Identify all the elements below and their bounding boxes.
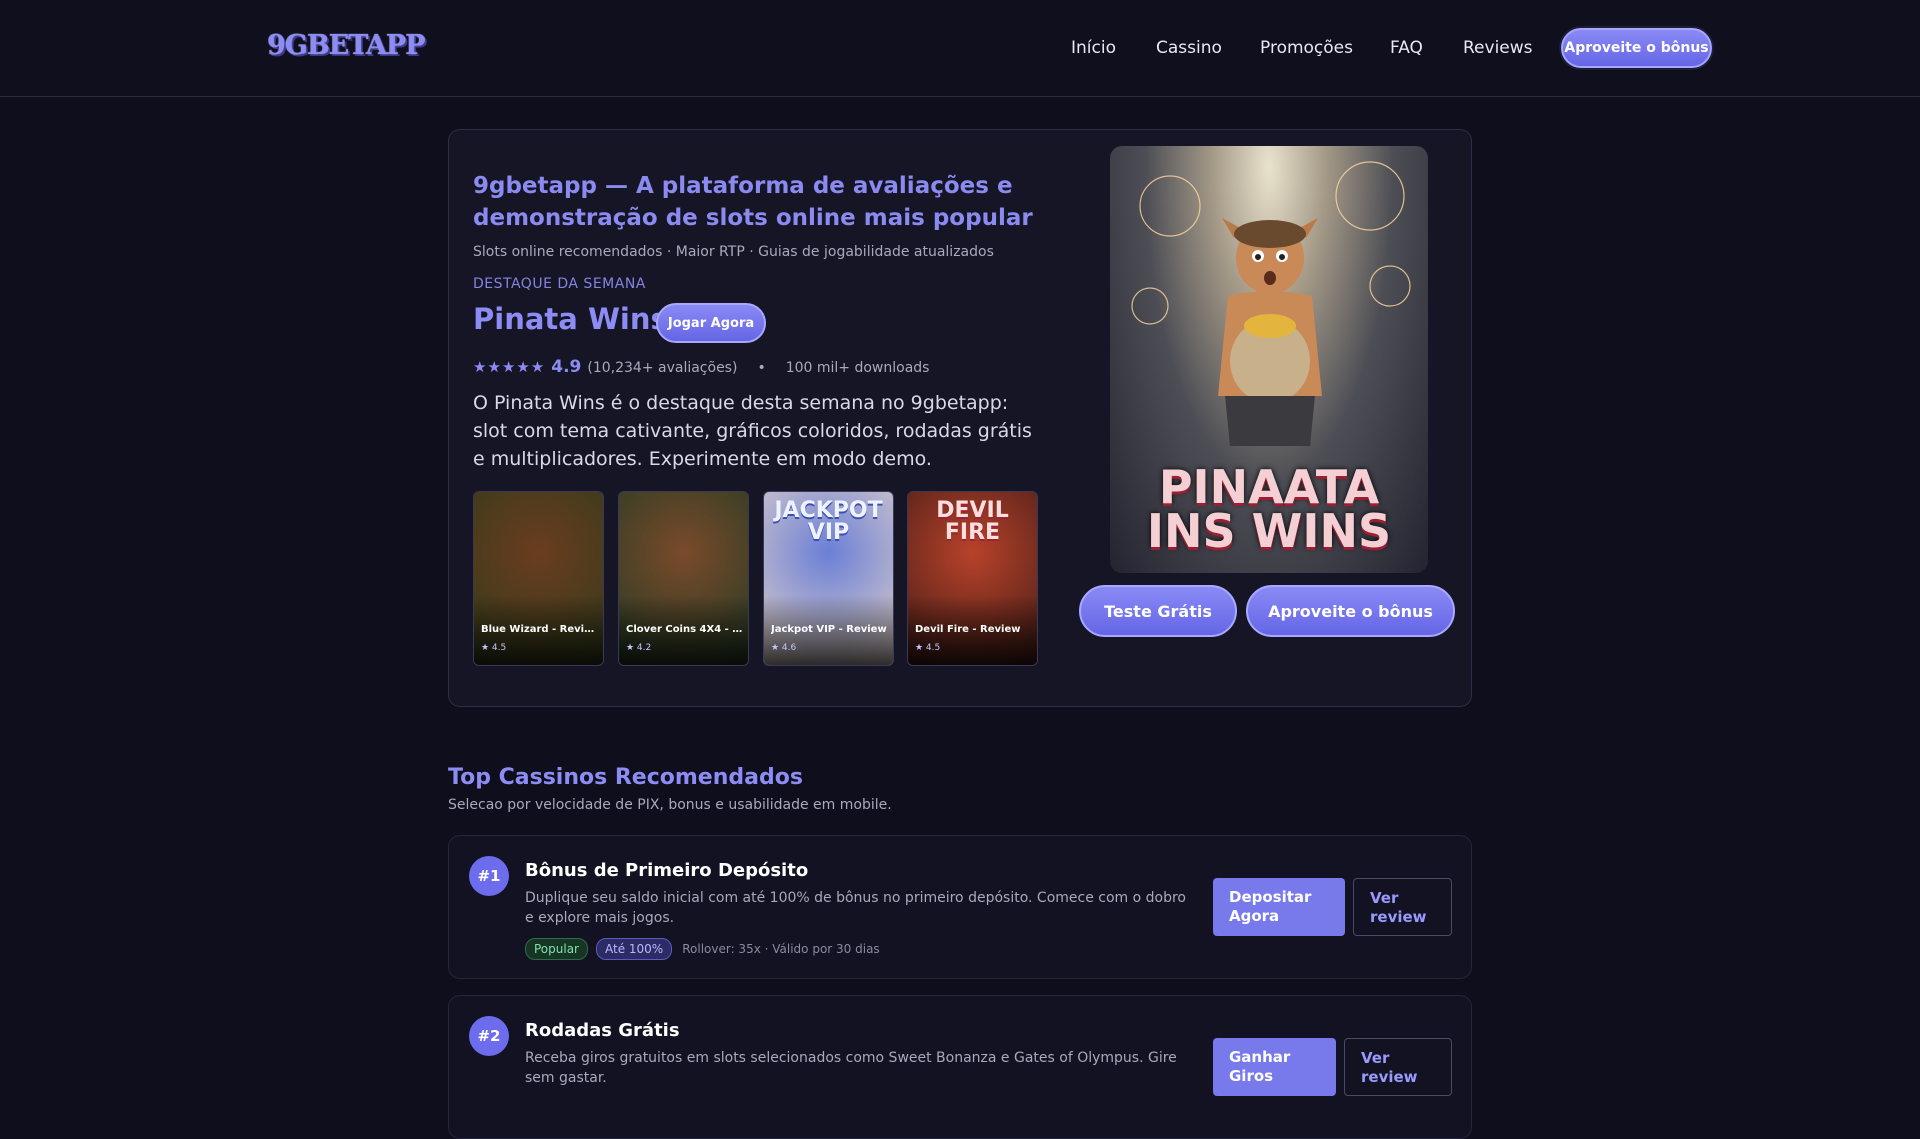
hero-subtitle: Slots online recomendados · Maior RTP · … [473,244,994,260]
hero-bonus-button[interactable]: Aproveite o bônus [1246,585,1455,637]
thumbnail-rating: ★ 4.5 [481,643,507,653]
bullet-separator: • [757,360,766,376]
featured-game-name: Pinata Wins [473,302,668,336]
free-trial-button[interactable]: Teste Grátis [1079,585,1237,637]
thumbnail-art-text: DEVIL FIRE [936,498,1009,545]
offer-tags: Popular Até 100% Rollover: 35x · Válido … [525,938,880,960]
rating-stars-icon: ★★★★★ [473,358,546,376]
nav-faq[interactable]: FAQ [1390,38,1423,58]
hero-description: O Pinata Wins é o destaque desta semana … [473,392,1032,470]
header-bonus-button[interactable]: Aproveite o bônus [1561,28,1712,68]
play-now-button[interactable]: Jogar Agora [656,303,766,343]
hero-card: 9gbetapp — A plataforma de avaliações e … [448,129,1472,707]
offer-title: Bônus de Primeiro Depósito [525,860,809,881]
thumbnail-rating: ★ 4.2 [626,643,652,653]
thumbnail-title: Devil Fire - Review [915,624,1021,635]
offer-title: Rodadas Grátis [525,1020,680,1041]
thumbnail-rating: ★ 4.6 [771,643,797,653]
thumbnail-rating: ★ 4.5 [915,643,941,653]
offer-meta: Rollover: 35x · Válido por 30 dias [682,942,880,956]
thumbnail-title: Blue Wizard - Review [481,624,599,635]
view-review-button[interactable]: Ver review [1344,1038,1452,1096]
review-count: (10,234+ avaliações) [587,360,738,376]
thumbnail-title: Jackpot VIP - Review [771,624,887,635]
section-subtitle: Selecao por velocidade de PIX, bonus e u… [448,797,892,813]
game-thumbnail[interactable]: Blue Wizard - Review ★ 4.5 [473,491,604,666]
offer-card: #1 Bônus de Primeiro Depósito Duplique s… [448,835,1472,979]
featured-label: DESTAQUE DA SEMANA [473,276,646,292]
featured-art-banner: PINAATA INS WINS [1146,460,1392,558]
rating-value: 4.9 [551,357,582,377]
featured-game-image[interactable]: PINAATA INS WINS [1110,146,1428,573]
rank-badge: #1 [469,856,509,896]
game-thumbnail[interactable]: Clover Coins 4X4 - Review ★ 4.2 [618,491,749,666]
rating-row: ★★★★★ 4.9 (10,234+ avaliações) • 100 mil… [473,357,929,377]
hero-title: 9gbetapp — A plataforma de avaliações e … [473,173,1033,231]
tag-badge: Até 100% [596,938,673,960]
nav-promocoes[interactable]: Promoções [1260,38,1353,58]
offer-description: Duplique seu saldo inicial com até 100% … [525,890,1186,926]
download-count: 100 mil+ downloads [785,360,930,376]
brand-logo[interactable]: 9GBETAPP [267,30,425,61]
offer-description: Receba giros gratuitos em slots selecion… [525,1050,1177,1086]
site-header: 9GBETAPP Início Cassino Promoções FAQ Re… [0,0,1920,97]
view-review-button[interactable]: Ver review [1353,878,1452,936]
thumbnail-art-text: JACKPOT VIP [774,498,883,545]
thumbnail-title: Clover Coins 4X4 - Review [626,624,744,635]
offer-card: #2 Rodadas Grátis Receba giros gratuitos… [448,995,1472,1139]
nav-inicio[interactable]: Início [1071,38,1116,58]
get-spins-button[interactable]: Ganhar Giros [1213,1038,1336,1096]
game-thumbnail[interactable]: JACKPOT VIP Jackpot VIP - Review ★ 4.6 [763,491,894,666]
nav-reviews[interactable]: Reviews [1463,38,1533,58]
section-title: Top Cassinos Recomendados [448,765,803,790]
tag-badge: Popular [525,938,588,960]
game-thumbnail[interactable]: DEVIL FIRE Devil Fire - Review ★ 4.5 [907,491,1038,666]
deposit-now-button[interactable]: Depositar Agora [1213,878,1345,936]
nav-cassino[interactable]: Cassino [1156,38,1222,58]
rank-badge: #2 [469,1016,509,1056]
